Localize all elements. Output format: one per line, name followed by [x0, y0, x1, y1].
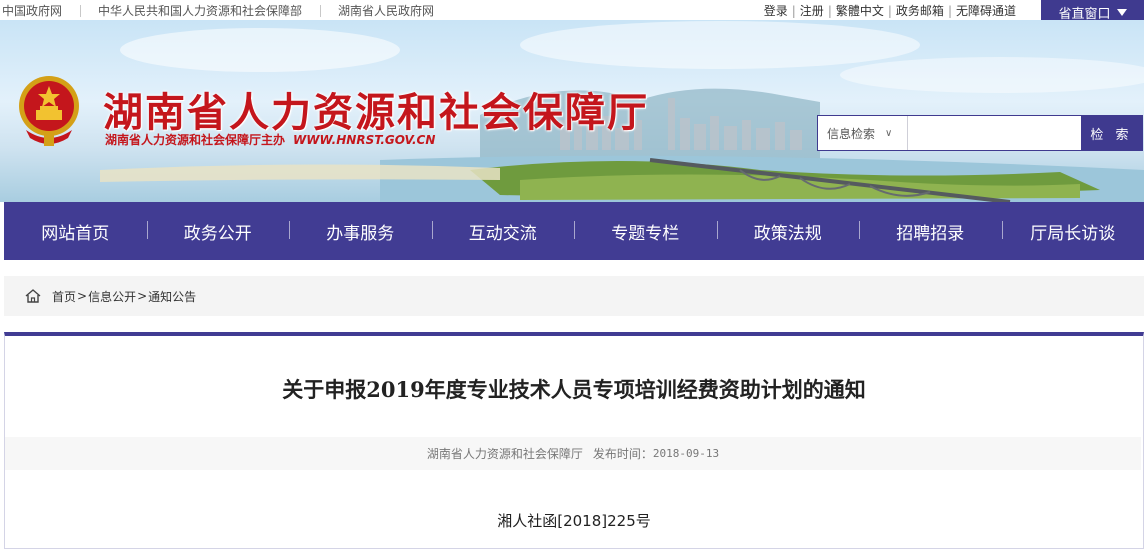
nav-item-services[interactable]: 办事服务 [289, 219, 432, 244]
nav-item-gov-affairs[interactable]: 政务公开 [146, 219, 290, 244]
chevron-right-icon: > [137, 289, 148, 303]
site-title: 湖南省人力资源和社会保障厅 [103, 89, 649, 136]
header-banner: 湖南省人力资源和社会保障厅 湖南省人力资源和社会保障厅主办 WWW.HNRST.G… [0, 20, 1144, 202]
register-link[interactable]: 注册 [800, 2, 824, 19]
nav-item-interaction[interactable]: 互动交流 [431, 219, 575, 244]
search-scope-label: 信息检索 [827, 126, 876, 141]
home-icon[interactable] [24, 288, 42, 304]
article-meta: 湖南省人力资源和社会保障厅 发布时间： 2018-09-13 [5, 437, 1141, 470]
article-panel: 关于申报2019年度专业技术人员专项培训经费资助计划的通知 湖南省人力资源和社会… [4, 332, 1144, 549]
nav-item-recruitment[interactable]: 招聘招录 [859, 219, 1002, 244]
gov-mail-link[interactable]: 政务邮箱 [896, 2, 944, 19]
link-gov-cn[interactable]: 中国政府网 [2, 2, 62, 19]
nav-item-home[interactable]: 网站首页 [4, 219, 147, 244]
external-links: 中国政府网 中华人民共和国人力资源和社会保障部 湖南省人民政府网 [2, 2, 434, 19]
search-scope-select[interactable]: 信息检索 ∨ [818, 116, 908, 150]
divider [320, 4, 322, 17]
document-number: 湘人社函[2018]225号 [497, 512, 651, 530]
nav-item-topics[interactable]: 专题专栏 [574, 219, 717, 244]
publish-date-label: 发布时间： [592, 447, 653, 461]
main-nav: 网站首页 政务公开 办事服务 互动交流 专题专栏 政策法规 招聘招录 厅局长访谈 [4, 202, 1144, 260]
breadcrumb-info-public[interactable]: 信息公开 [88, 288, 136, 305]
search-button[interactable]: 检 索 [1081, 116, 1142, 150]
publish-date: 2018-09-13 [652, 447, 720, 460]
site-url: WWW.HNRST.GOV.CN [293, 133, 436, 147]
national-emblem-icon [19, 76, 79, 146]
nav-item-interviews[interactable]: 厅局长访谈 [1001, 219, 1144, 244]
search-box: 信息检索 ∨ 检 索 [817, 115, 1143, 151]
chevron-right-icon: > [77, 289, 88, 303]
article-title: 关于申报2019年度专业技术人员专项培训经费资助计划的通知 [282, 377, 866, 402]
article-publisher: 湖南省人力资源和社会保障厅 [426, 447, 583, 461]
breadcrumb-home[interactable]: 首页 [52, 288, 76, 305]
divider [80, 4, 82, 17]
link-hunan-gov[interactable]: 湖南省人民政府网 [338, 2, 434, 19]
nav-item-policies[interactable]: 政策法规 [716, 219, 860, 244]
link-mohrss[interactable]: 中华人民共和国人力资源和社会保障部 [98, 2, 302, 19]
site-subtitle: 湖南省人力资源和社会保障厅主办 WWW.HNRST.GOV.CN [105, 131, 435, 148]
breadcrumb: 首页 > 信息公开 > 通知公告 [4, 276, 1144, 316]
user-links: 登录 | 注册 | 繁體中文 | 政务邮箱 | 无障碍通道 [763, 2, 1016, 19]
chevron-down-icon: ∨ [885, 127, 893, 139]
traditional-chinese-link[interactable]: 繁體中文 [836, 2, 884, 19]
login-link[interactable]: 登录 [764, 2, 788, 19]
triangle-down-icon [1116, 9, 1127, 16]
search-input[interactable] [908, 116, 1081, 150]
top-utility-bar: 中国政府网 中华人民共和国人力资源和社会保障部 湖南省人民政府网 登录 | 注册… [0, 0, 1144, 20]
breadcrumb-notices[interactable]: 通知公告 [148, 288, 196, 305]
sponsor-text: 湖南省人力资源和社会保障厅主办 [105, 133, 286, 147]
accessibility-link[interactable]: 无障碍通道 [956, 2, 1016, 19]
